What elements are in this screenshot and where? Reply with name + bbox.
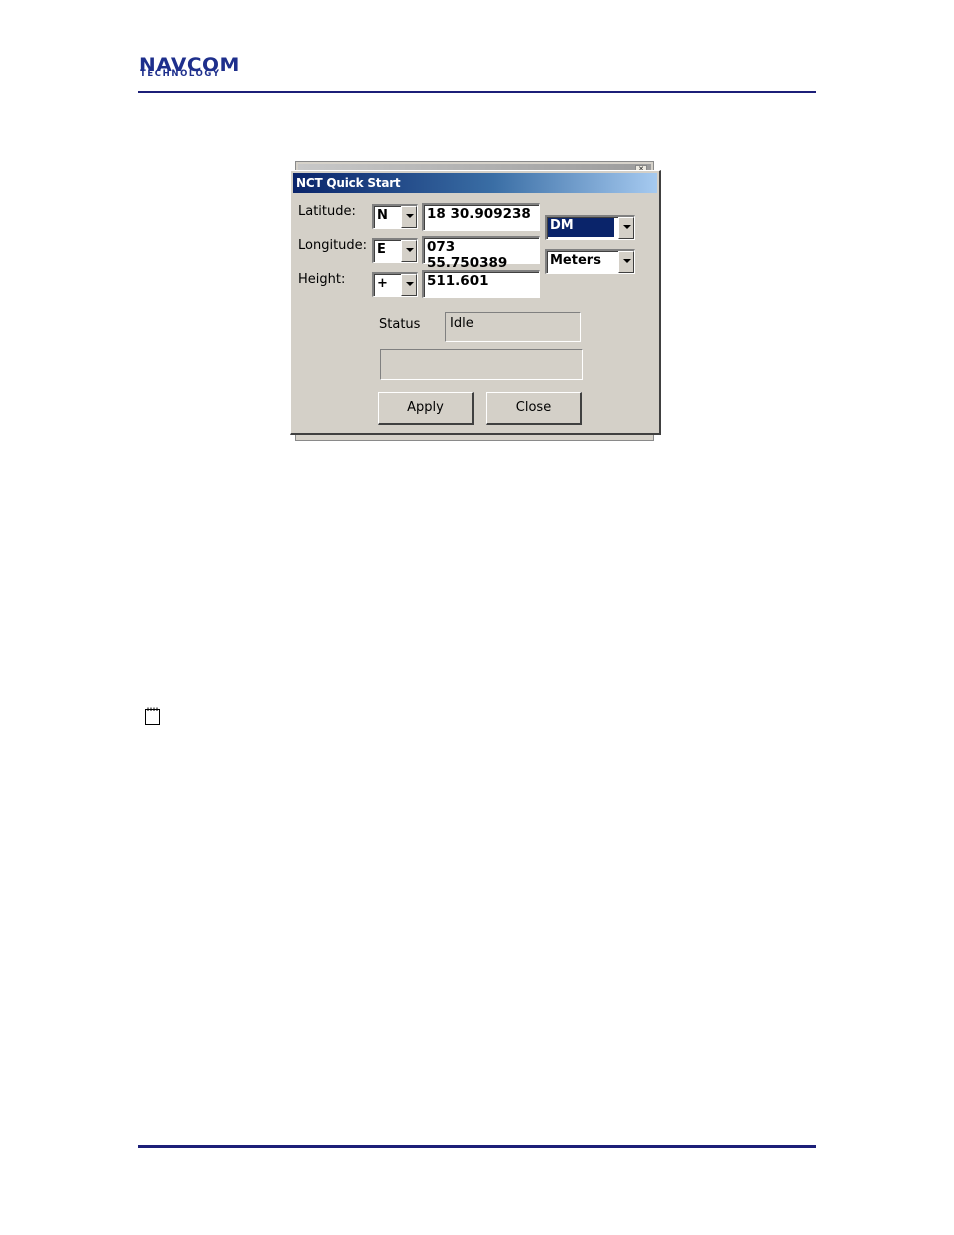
latitude-hemisphere-select[interactable]: N [372,204,418,229]
height-input[interactable]: 511.601 [422,270,540,298]
dropdown-arrow-icon[interactable] [401,274,417,296]
status-field: Idle [445,312,581,342]
dialog-title: NCT Quick Start [296,176,401,190]
status-label: Status [379,317,421,332]
dropdown-arrow-icon[interactable] [618,217,634,239]
latitude-input[interactable]: 18 30.909238 [422,203,540,231]
longitude-value: 073 55.750389 [427,239,508,271]
apply-button[interactable]: Apply [378,392,474,425]
height-sign-select[interactable]: + [372,272,418,297]
dropdown-arrow-icon[interactable] [401,240,417,262]
close-button[interactable]: Close [486,392,582,425]
coordinate-format-value: DM [548,218,614,237]
quick-start-dialog: NCT Quick Start Latitude: Longitude: Hei… [290,170,661,435]
dropdown-arrow-icon[interactable] [401,206,417,228]
dropdown-arrow-icon[interactable] [618,251,634,273]
dialog-titlebar: NCT Quick Start [293,173,657,193]
height-label: Height: [298,272,346,287]
footer-rule [138,1145,816,1148]
status-value: Idle [450,316,474,331]
latitude-value: 18 30.909238 [427,206,531,222]
progress-field [380,349,583,380]
latitude-hemisphere-value: N [377,208,388,223]
header-rule [138,91,816,93]
longitude-hemisphere-value: E [377,242,386,257]
longitude-label: Longitude: [298,238,368,253]
height-value: 511.601 [427,273,489,289]
height-units-value: Meters [550,253,601,268]
height-units-select[interactable]: Meters [545,249,635,274]
navcom-logo: NAVCOM TECHNOLOGY [139,55,263,81]
coordinate-format-select[interactable]: DM [545,215,635,240]
note-icon [145,707,160,725]
longitude-hemisphere-select[interactable]: E [372,238,418,263]
longitude-input[interactable]: 073 55.750389 [422,236,540,271]
latitude-label: Latitude: [298,204,356,219]
height-sign-value: + [377,276,388,291]
logo-subtitle: TECHNOLOGY [140,69,221,79]
